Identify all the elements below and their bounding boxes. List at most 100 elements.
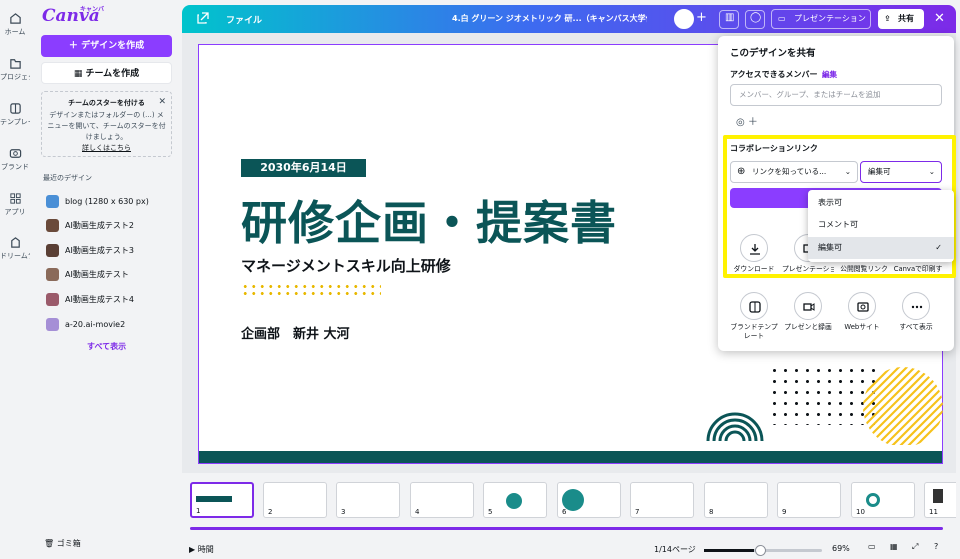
more-icon	[911, 305, 923, 309]
promo-learn-more-link[interactable]: 詳しくはこちら	[82, 144, 131, 152]
recent-item[interactable]: blog (1280 x 630 px)	[46, 195, 176, 211]
collab-link-label: コラボレーションリンク	[730, 144, 818, 153]
rail-home[interactable]: ホーム	[0, 12, 30, 37]
design-thumbnail	[46, 318, 59, 331]
design-thumbnail	[46, 195, 59, 208]
recent-item[interactable]: AI動画生成テスト3	[46, 244, 176, 260]
trash-label: ゴミ箱	[56, 539, 81, 548]
link-access-value: リンクを知っている...	[752, 167, 827, 176]
open-icon[interactable]	[197, 12, 209, 24]
page-thumbnail[interactable]: 9	[777, 482, 841, 518]
rail-projects[interactable]: プロジェク...	[0, 57, 30, 82]
page-thumbnail[interactable]: 11	[924, 482, 956, 518]
permission-value: 編集可	[868, 167, 891, 176]
avatar[interactable]	[674, 9, 694, 29]
see-all-button[interactable]: すべて表示	[890, 292, 942, 332]
edit-access-link[interactable]: 編集	[822, 69, 837, 80]
rail-dream-lab[interactable]: ドリームラ...	[0, 236, 30, 261]
page-thumbnail[interactable]: 5	[483, 482, 547, 518]
recent-item[interactable]: AI動画生成テスト	[46, 268, 176, 284]
website-button[interactable]: Webサイト	[836, 292, 888, 332]
add-collaborator-button[interactable]: +	[696, 10, 707, 25]
rail-projects-label: プロジェク...	[0, 73, 30, 81]
rail-dream-lab-label: ドリームラ...	[0, 252, 30, 260]
chevron-down-icon: ⌄	[844, 167, 851, 176]
close-icon[interactable]: ✕	[934, 11, 945, 26]
rail-apps-label: アプリ	[4, 208, 26, 216]
editor-topbar: ファイル 4.白 グリーン ジオメトリック 研...（キャンバス大学作） + ▥…	[182, 5, 956, 33]
collaborator-avatars[interactable]: ◎ ＋	[736, 113, 758, 128]
dropdown-option-comment[interactable]: コメント可	[808, 214, 954, 236]
share-button[interactable]: ⇪ 共有	[878, 9, 924, 29]
rail-templates[interactable]: テンプレー...	[0, 102, 30, 127]
create-team-label: チームを作成	[85, 69, 140, 79]
page-thumbnail[interactable]: 8	[704, 482, 768, 518]
rainbow-arch-graphic	[706, 412, 764, 441]
design-title[interactable]: 4.白 グリーン ジオメトリック 研...（キャンバス大学作）	[452, 13, 647, 24]
record-button[interactable]: プレゼンと録画	[782, 292, 834, 332]
zoom-slider[interactable]	[704, 545, 822, 556]
recent-item[interactable]: AI動画生成テスト4	[46, 293, 176, 309]
insights-button[interactable]: ▥	[719, 10, 739, 29]
slide-subtitle: マネージメントスキル向上研修	[241, 257, 451, 275]
recent-item[interactable]: a-20.ai-movie2	[46, 318, 176, 334]
rail-apps[interactable]: アプリ	[0, 192, 30, 217]
brand-template-icon	[749, 301, 761, 313]
page-thumbnail[interactable]: 4	[410, 482, 474, 518]
dropdown-option-edit[interactable]: 編集可 ✓	[808, 237, 954, 259]
page-thumbnail[interactable]: 2	[263, 482, 327, 518]
close-icon[interactable]: ✕	[158, 97, 166, 108]
create-design-button[interactable]: ＋ デザインを作成	[41, 35, 172, 57]
folder-icon	[9, 59, 21, 69]
globe-icon: ⊕	[737, 166, 746, 177]
file-menu[interactable]: ファイル	[226, 13, 262, 26]
timer-button[interactable]: ▶ 時間	[189, 544, 214, 555]
plus-icon[interactable]: ＋	[748, 117, 758, 128]
create-team-button[interactable]: ▦ チームを作成	[41, 62, 172, 84]
recent-item-label: AI動画生成テスト3	[65, 246, 134, 255]
page-number: 3	[341, 508, 346, 516]
website-label: Webサイト	[844, 323, 880, 331]
page-thumbnail[interactable]: 7	[630, 482, 694, 518]
slide-author: 企画部 新井 大河	[241, 327, 350, 342]
grid-view-icon[interactable]: ▭	[868, 542, 876, 551]
recent-item-label: AI動画生成テスト	[65, 270, 129, 279]
recent-designs-heading: 最近のデザイン	[43, 174, 92, 182]
download-button[interactable]: ダウンロード	[728, 234, 780, 274]
pages-view-icon[interactable]: ▦	[890, 542, 898, 551]
comments-button[interactable]: ◯	[745, 10, 765, 29]
dropdown-option-view[interactable]: 表示可	[808, 192, 954, 214]
brand-template-button[interactable]: ブランドテンプレート	[728, 292, 780, 341]
page-number: 1	[196, 507, 201, 515]
brand-icon	[9, 149, 21, 158]
slide-footer-bar	[199, 451, 942, 463]
permission-select[interactable]: 編集可 ⌄	[860, 161, 942, 183]
record-label: プレゼンと録画	[784, 323, 832, 331]
rail-brand[interactable]: ブランド	[0, 147, 30, 172]
design-thumbnail	[46, 293, 59, 306]
trash-button[interactable]: 🗑 ゴミ箱	[44, 538, 81, 549]
add-people-input[interactable]: メンバー、グループ、またはチームを追加	[730, 84, 942, 106]
recent-item[interactable]: AI動画生成テスト2	[46, 219, 176, 235]
page-thumbnail[interactable]: 1	[190, 482, 254, 518]
design-thumbnail	[46, 219, 59, 232]
page-thumbnail[interactable]: 3	[336, 482, 400, 518]
help-icon[interactable]: ?	[934, 542, 938, 551]
fullscreen-icon[interactable]: ⤢	[912, 542, 918, 552]
slide-date: 2030年6月14日	[241, 159, 366, 177]
public-view-link-label: 公開閲覧リンク	[840, 265, 888, 273]
zoom-slider-thumb[interactable]	[755, 545, 766, 556]
page-indicator[interactable]: 1/14ページ	[654, 544, 696, 555]
share-icon: ⇪	[884, 14, 891, 23]
present-button[interactable]: ▭ プレゼンテーション	[771, 9, 871, 29]
page-thumbnail[interactable]: 10	[851, 482, 915, 518]
chevron-down-icon: ⌄	[928, 167, 935, 176]
page-number: 7	[635, 508, 640, 516]
show-all-link[interactable]: すべて表示	[87, 341, 126, 352]
avatar: ◎	[736, 117, 745, 128]
camera-icon	[803, 303, 815, 311]
rail-brand-label: ブランド	[1, 163, 29, 171]
link-access-select[interactable]: ⊕ リンクを知っている... ⌄	[730, 161, 858, 183]
page-thumbnail[interactable]: 6	[557, 482, 621, 518]
zoom-level[interactable]: 69%	[832, 544, 850, 553]
